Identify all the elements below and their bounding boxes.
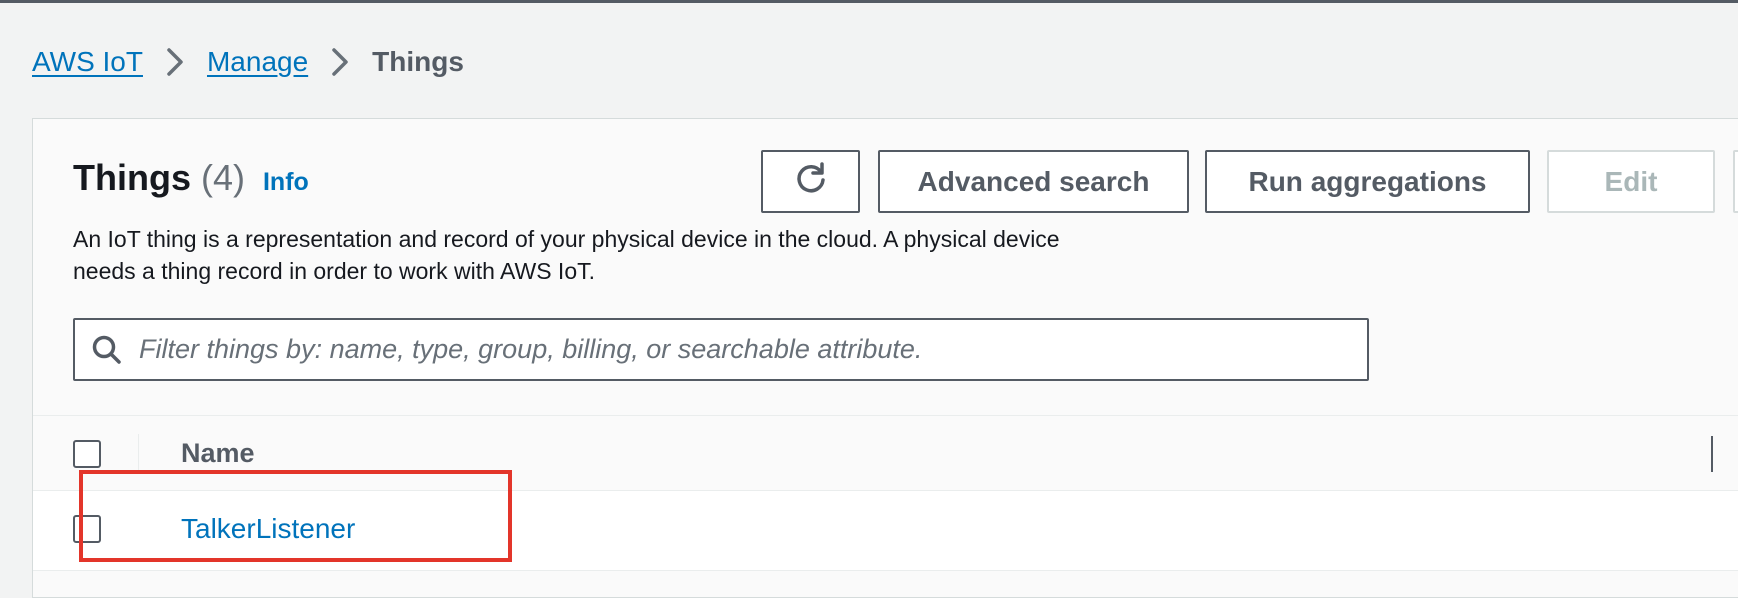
things-count: (4) bbox=[200, 157, 245, 198]
refresh-icon bbox=[794, 161, 828, 202]
breadcrumb: AWS IoT Manage Things bbox=[32, 46, 464, 78]
select-all-checkbox[interactable] bbox=[73, 440, 101, 468]
chevron-right-icon bbox=[308, 47, 372, 77]
column-divider bbox=[138, 434, 139, 472]
description-line-1: An IoT thing is a representation and rec… bbox=[73, 226, 1060, 252]
edit-button: Edit bbox=[1547, 150, 1715, 213]
panel-header: Things (4) Info bbox=[73, 157, 309, 199]
search-box bbox=[73, 318, 1369, 381]
things-panel: Things (4) Info Advanced search Run aggr… bbox=[32, 118, 1738, 598]
breadcrumb-aws-iot[interactable]: AWS IoT bbox=[32, 46, 143, 78]
column-resize-handle[interactable] bbox=[1711, 436, 1713, 472]
description-line-2: needs a thing record in order to work wi… bbox=[73, 258, 596, 284]
table-row: TalkerListener bbox=[33, 491, 1738, 571]
refresh-button[interactable] bbox=[761, 150, 860, 213]
chevron-right-icon bbox=[143, 47, 207, 77]
column-header-name[interactable]: Name bbox=[181, 438, 255, 469]
search-icon bbox=[91, 334, 123, 366]
advanced-search-button[interactable]: Advanced search bbox=[878, 150, 1189, 213]
panel-description: An IoT thing is a representation and rec… bbox=[73, 223, 1193, 287]
run-aggregations-button[interactable]: Run aggregations bbox=[1205, 150, 1530, 213]
top-divider bbox=[0, 0, 1738, 3]
search-input[interactable] bbox=[139, 320, 1359, 379]
breadcrumb-current: Things bbox=[372, 46, 464, 77]
thing-name-link[interactable]: TalkerListener bbox=[181, 513, 355, 545]
page-title: Things bbox=[73, 157, 191, 198]
row-checkbox[interactable] bbox=[73, 515, 101, 543]
more-actions-button[interactable] bbox=[1733, 150, 1738, 213]
breadcrumb-manage[interactable]: Manage bbox=[207, 46, 308, 78]
info-link[interactable]: Info bbox=[263, 168, 309, 197]
table-header: Name bbox=[33, 415, 1738, 491]
